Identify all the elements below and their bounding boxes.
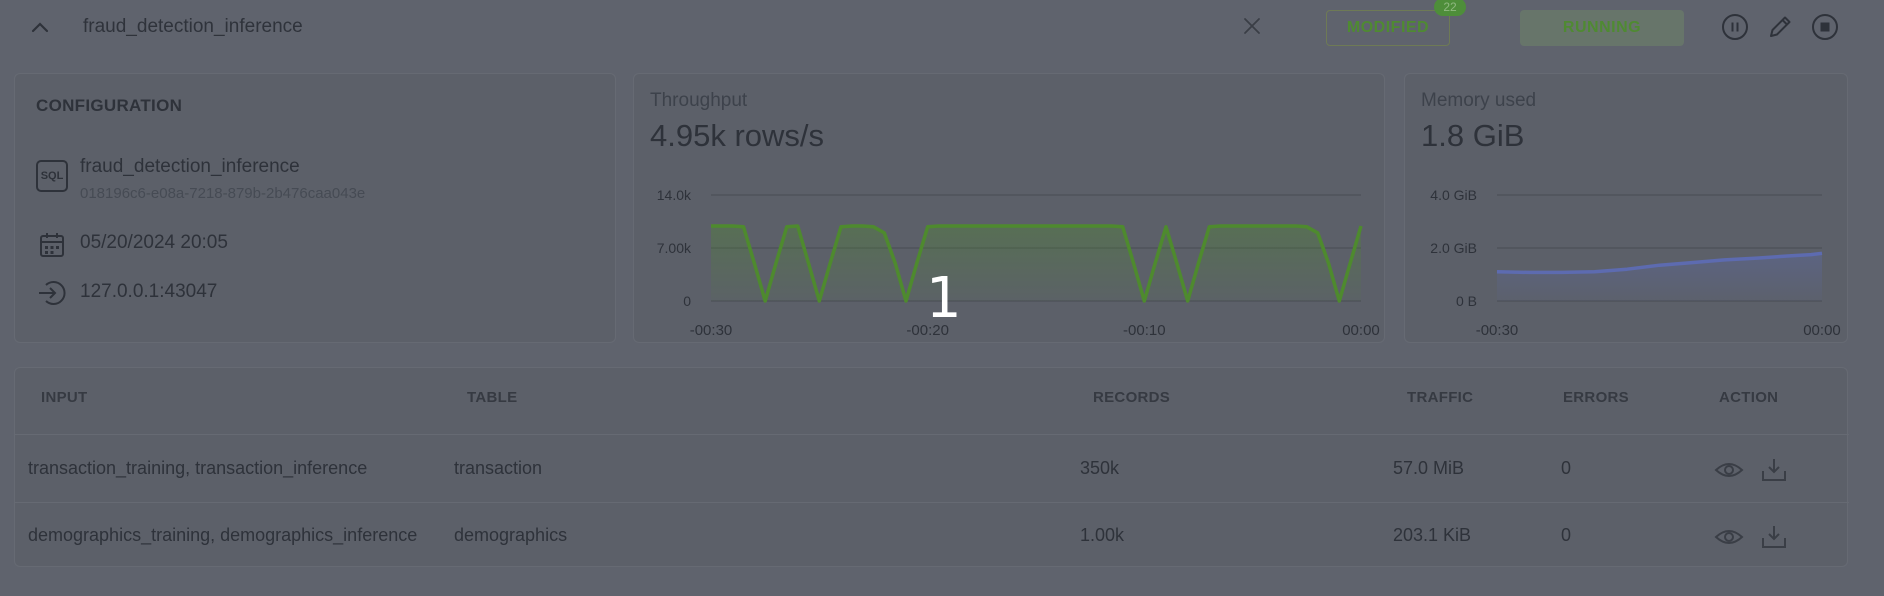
- cell-records: 350k: [1080, 458, 1120, 478]
- x-tick-label: -00:30: [690, 322, 733, 339]
- modified-badge[interactable]: MODIFIED: [1326, 10, 1450, 46]
- throughput-card: Throughput 4.95k rows/s 14.0k 7.00k 0 -00:3…: [633, 73, 1385, 343]
- sql-icon: SQL: [36, 160, 68, 192]
- column-header-table: TABLE: [467, 389, 518, 406]
- download-icon[interactable]: [1759, 457, 1789, 483]
- configuration-title: CONFIGURATION: [36, 96, 183, 115]
- pencil-icon[interactable]: [1765, 12, 1795, 42]
- running-label: RUNNING: [1562, 19, 1642, 36]
- login-icon: [39, 281, 66, 305]
- pipeline-address: 127.0.0.1:43047: [80, 281, 218, 302]
- eye-icon[interactable]: [1714, 457, 1744, 483]
- row-divider: [15, 502, 1849, 503]
- running-status-badge: RUNNING: [1520, 10, 1684, 46]
- pipeline-header: fraud_detection_inference MODIFIED 22 RU…: [0, 0, 1884, 56]
- cell-input: demographics_training, demographics_infe…: [28, 525, 418, 545]
- cell-traffic: 203.1 KiB: [1393, 525, 1472, 545]
- x-tick-label: 00:00: [1342, 322, 1380, 339]
- y-tick-label: 0: [683, 293, 691, 309]
- cell-traffic: 57.0 MiB: [1393, 458, 1465, 478]
- pipeline-config-name: fraud_detection_inference: [80, 156, 300, 177]
- y-tick-label: 4.0 GiB: [1430, 187, 1477, 203]
- cell-errors: 0: [1561, 458, 1572, 478]
- cell-table: transaction: [454, 458, 543, 478]
- modified-label: MODIFIED: [1346, 19, 1430, 36]
- column-header-records: RECORDS: [1093, 389, 1171, 406]
- cell-table: demographics: [454, 525, 568, 545]
- column-header-action: ACTION: [1719, 389, 1779, 406]
- configuration-card: CONFIGURATION SQL fraud_detection_infere…: [14, 73, 616, 343]
- inputs-table: INPUT TABLE RECORDS TRAFFIC ERRORS ACTIO…: [14, 367, 1849, 567]
- series-area: [1497, 253, 1822, 301]
- cell-input: transaction_training, transaction_infere…: [28, 458, 368, 478]
- calendar-icon: [40, 233, 64, 257]
- eye-icon[interactable]: [1714, 524, 1744, 550]
- memory-chart: 4.0 GiB 2.0 GiB 0 B -00:30 00:00: [1430, 187, 1841, 339]
- x-tick-label: 00:00: [1803, 322, 1841, 339]
- y-tick-label: 0 B: [1456, 293, 1477, 309]
- pipeline-name: fraud_detection_inference: [83, 16, 303, 37]
- cell-records: 1.00k: [1080, 525, 1125, 545]
- column-header-traffic: TRAFFIC: [1407, 389, 1474, 406]
- close-icon[interactable]: [1240, 14, 1264, 38]
- throughput-chart: 14.0k7.00k0-00:30 -00:20 -00:10 00:00: [657, 187, 1380, 339]
- y-tick-label: 14.0k: [657, 187, 692, 203]
- row-divider: [15, 434, 1849, 435]
- y-tick-label: 7.00k: [657, 240, 692, 256]
- y-tick-label: 2.0 GiB: [1430, 240, 1477, 256]
- pipeline-id: 018196c6-e08a-7218-879b-2b476caa043e: [80, 185, 366, 202]
- x-tick-label: -00:30: [1476, 322, 1519, 339]
- step-marker: 1: [926, 266, 962, 331]
- x-tick-label: -00:10: [1123, 322, 1166, 339]
- stop-icon[interactable]: [1810, 12, 1840, 42]
- memory-card: Memory used 1.8 GiB 4.0 GiB 2.0 GiB 0 B -00…: [1404, 73, 1848, 343]
- column-header-errors: ERRORS: [1563, 389, 1629, 406]
- download-icon[interactable]: [1759, 524, 1789, 550]
- column-header-input: INPUT: [41, 389, 88, 406]
- chevron-up-icon[interactable]: [26, 14, 54, 42]
- modified-count-badge: 22: [1434, 0, 1466, 16]
- pause-icon[interactable]: [1720, 12, 1750, 42]
- deployed-date: 05/20/2024 20:05: [80, 232, 228, 253]
- cell-errors: 0: [1561, 525, 1572, 545]
